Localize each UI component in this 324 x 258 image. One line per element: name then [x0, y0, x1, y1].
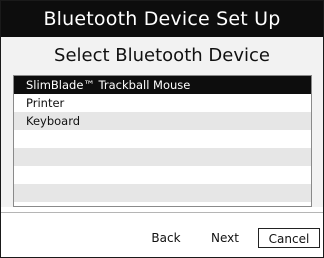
cancel-button[interactable]: Cancel [258, 228, 320, 248]
device-list-empty-row [14, 166, 311, 184]
next-button[interactable]: Next [199, 228, 251, 248]
bluetooth-setup-window: Bluetooth Device Set Up Select Bluetooth… [0, 0, 324, 258]
window-title: Bluetooth Device Set Up [1, 1, 323, 37]
device-selection-panel: Select Bluetooth Device SlimBlade™ Track… [1, 37, 323, 207]
device-list-empty-row [14, 130, 311, 148]
section-heading: Select Bluetooth Device [54, 45, 270, 66]
device-list-item-printer[interactable]: Printer [14, 94, 311, 112]
back-button[interactable]: Back [141, 228, 191, 248]
device-list[interactable]: SlimBlade™ Trackball Mouse Printer Keybo… [13, 75, 312, 207]
device-list-empty-row [14, 148, 311, 166]
device-list-empty-row [14, 184, 311, 202]
device-list-item-keyboard[interactable]: Keyboard [14, 112, 311, 130]
device-list-item-slimblade[interactable]: SlimBlade™ Trackball Mouse [14, 76, 311, 94]
button-bar: Back Next Cancel [1, 213, 323, 257]
